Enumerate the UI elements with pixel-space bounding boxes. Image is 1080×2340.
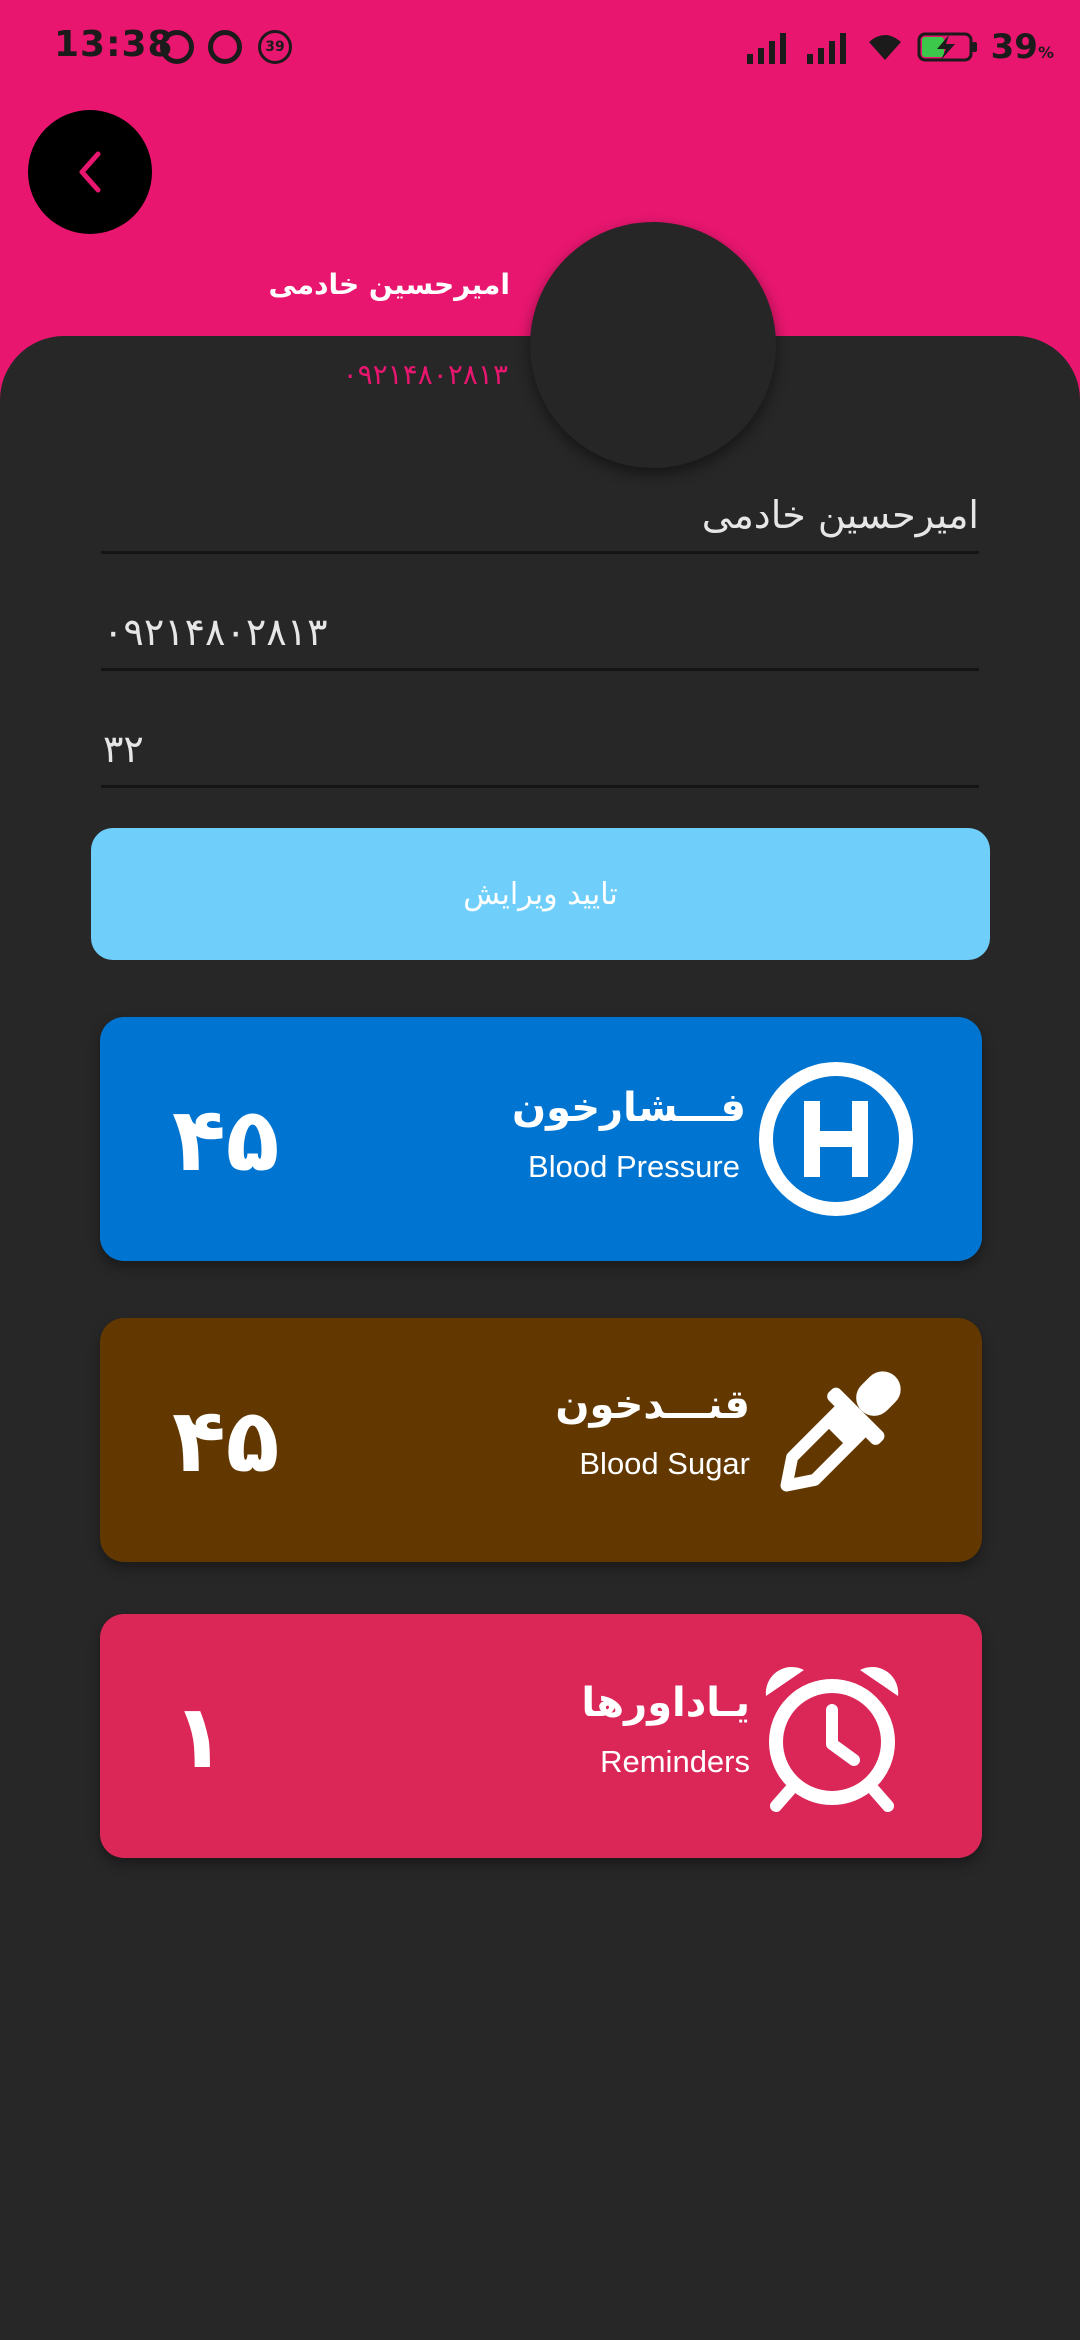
dropper-icon (780, 1371, 901, 1492)
age-field-value: ۳۲ (103, 727, 144, 771)
profile-phone: ۰۹۲۱۴۸۰۲۸۱۳ (342, 358, 508, 391)
reminders-subtitle: Reminders (600, 1744, 750, 1779)
phone-field-value: ۰۹۲۱۴۸۰۲۸۱۳ (103, 610, 328, 654)
avatar[interactable] (530, 222, 776, 468)
battery-percent: 39% (990, 27, 1054, 67)
signal-icon (806, 33, 846, 64)
status-indicators: 39% (745, 22, 1054, 72)
blood-sugar-value: ۴۵ (172, 1388, 280, 1492)
notification-icon (208, 30, 242, 64)
blood-sugar-card[interactable]: ۴۵ قنـــدخون Blood Sugar (100, 1318, 982, 1562)
app-screen: 13:38 39 39% امیرحسین خادمی ۰۹۲۱۴۸۰۲۸۱۳ … (0, 0, 1080, 2340)
chevron-left-icon (79, 151, 101, 193)
battery-charging-icon (917, 32, 977, 62)
hospital-h-icon (759, 1062, 913, 1216)
status-bar: 13:38 39 39% (0, 0, 1080, 96)
notification-count-badge: 39 (258, 30, 292, 64)
blood-pressure-card[interactable]: ۴۵ فـــشارخون Blood Pressure (100, 1017, 982, 1261)
blood-sugar-subtitle: Blood Sugar (579, 1446, 750, 1481)
blood-sugar-title: قنـــدخون (555, 1382, 750, 1428)
profile-name: امیرحسین خادمی (268, 268, 510, 301)
confirm-edit-button[interactable]: تایید ویرایش (91, 828, 990, 960)
age-field[interactable]: ۳۲ (101, 718, 979, 788)
blood-pressure-value: ۴۵ (172, 1087, 280, 1191)
back-button[interactable] (28, 110, 152, 234)
blood-pressure-subtitle: Blood Pressure (528, 1149, 740, 1184)
reminders-card[interactable]: ۱ یـاداورها Reminders (100, 1614, 982, 1858)
signal-icon (746, 33, 786, 64)
wifi-icon (868, 35, 901, 60)
name-field[interactable]: امیرحسین خادمی (101, 484, 979, 554)
status-time: 13:38 (54, 24, 174, 65)
reminders-value: ۱ (172, 1684, 226, 1788)
alarm-clock-icon (765, 1666, 899, 1812)
name-field-value: امیرحسین خادمی (701, 493, 979, 537)
reminders-title: یـاداورها (581, 1680, 750, 1726)
phone-field[interactable]: ۰۹۲۱۴۸۰۲۸۱۳ (101, 601, 979, 671)
notification-icon (160, 30, 194, 64)
blood-pressure-title: فـــشارخون (511, 1085, 746, 1131)
